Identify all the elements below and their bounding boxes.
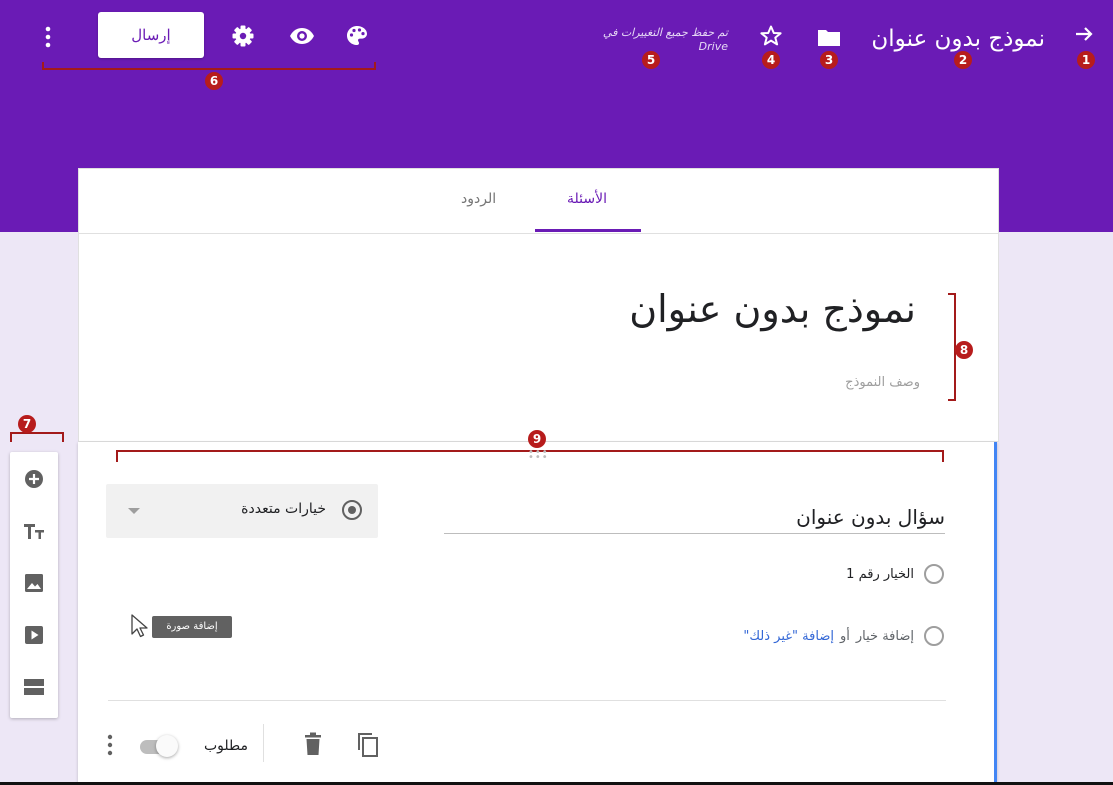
folder-icon[interactable]	[817, 27, 841, 51]
save-status: تم حفظ جميع التغييرات في Drive	[560, 26, 728, 54]
annotation-bracket-6	[42, 62, 376, 70]
copy-icon[interactable]	[356, 730, 380, 762]
add-circle-icon[interactable]	[23, 468, 45, 490]
question-type-label: خيارات متعددة	[241, 501, 326, 517]
more-vert-icon[interactable]	[106, 734, 114, 760]
send-button[interactable]: إرسال	[98, 12, 204, 58]
question-type-select[interactable]: خيارات متعددة	[106, 484, 378, 538]
add-option-link[interactable]: إضافة خيار	[856, 629, 914, 644]
question-footer-divider	[108, 700, 946, 701]
palette-icon[interactable]	[346, 25, 368, 51]
section-icon[interactable]	[23, 676, 45, 698]
required-toggle-knob[interactable]	[156, 735, 178, 757]
tab-bar: الأسئلة الردود	[79, 169, 998, 234]
mouse-cursor-icon	[130, 614, 148, 642]
save-status-line2: Drive	[698, 40, 728, 53]
or-separator: أو	[839, 628, 850, 644]
add-option-row: إضافة خيار أو إضافة "غير ذلك"	[743, 626, 944, 646]
arrow-right-icon[interactable]	[1074, 24, 1094, 48]
footer-separator	[263, 724, 264, 762]
form-title[interactable]: نموذج بدون عنوان	[629, 287, 916, 331]
video-icon[interactable]	[23, 624, 45, 646]
annotation-bracket-7	[10, 432, 64, 442]
form-header-card: الأسئلة الردود نموذج بدون عنوان وصف النم…	[78, 168, 999, 442]
annotation-badge-3: 3	[820, 51, 838, 69]
tab-responses[interactable]: الردود	[461, 191, 496, 207]
form-description-field[interactable]: وصف النموذج	[845, 375, 920, 390]
question-title-input[interactable]: سؤال بدون عنوان	[444, 505, 945, 534]
question-card[interactable]: 9 ••• ••• سؤال بدون عنوان خيارات متعددة ا…	[78, 430, 997, 785]
annotation-badge-6: 6	[205, 72, 223, 90]
annotation-badge-9: 9	[528, 430, 546, 448]
radio-empty-icon	[924, 626, 944, 646]
dropdown-caret-icon	[128, 508, 140, 514]
floating-toolbar	[10, 452, 58, 718]
option-label-1[interactable]: الخيار رقم 1	[846, 567, 914, 582]
annotation-badge-5: 5	[642, 51, 660, 69]
add-other-link[interactable]: إضافة "غير ذلك"	[743, 629, 834, 644]
annotation-badge-2: 2	[954, 51, 972, 69]
radio-empty-icon	[924, 564, 944, 584]
image-icon[interactable]	[23, 572, 45, 594]
star-icon[interactable]	[759, 24, 783, 52]
trash-icon[interactable]	[304, 732, 322, 760]
text-title-icon[interactable]	[23, 520, 45, 542]
annotation-badge-8: 8	[955, 341, 973, 359]
annotation-badge-4: 4	[762, 51, 780, 69]
save-status-line1: تم حفظ جميع التغييرات في	[602, 26, 728, 39]
required-label: مطلوب	[204, 738, 249, 754]
tab-active-indicator	[535, 229, 641, 232]
annotation-badge-7: 7	[18, 415, 36, 433]
add-image-tooltip: إضافة صورة	[152, 616, 232, 638]
tab-questions[interactable]: الأسئلة	[567, 191, 607, 207]
drag-handle-icon[interactable]: ••• •••	[528, 448, 549, 463]
annotation-badge-1: 1	[1077, 51, 1095, 69]
eye-icon[interactable]	[289, 27, 315, 49]
radio-button-icon	[342, 500, 362, 520]
option-row-1[interactable]: الخيار رقم 1	[846, 564, 944, 584]
more-vert-icon[interactable]	[44, 26, 52, 52]
gear-icon[interactable]	[232, 25, 254, 51]
form-title-header[interactable]: نموذج بدون عنوان	[871, 26, 1045, 52]
